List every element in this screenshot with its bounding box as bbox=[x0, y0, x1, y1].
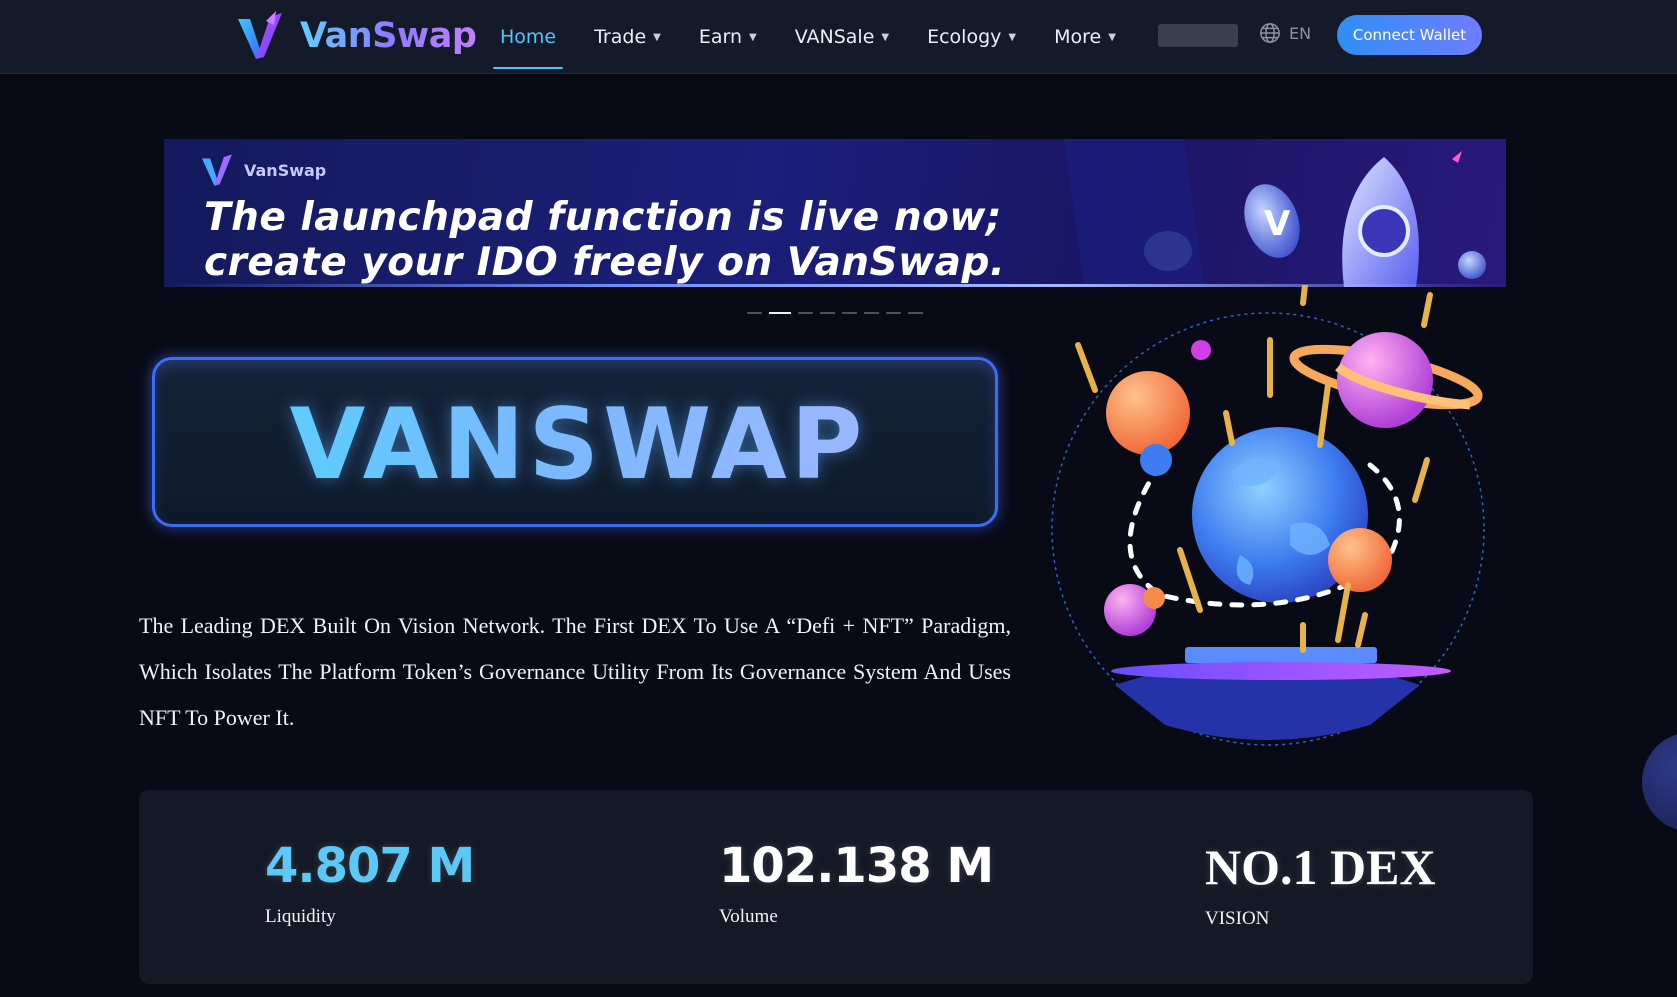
svg-text:V: V bbox=[1264, 204, 1291, 244]
hero-title-box: VANSWAP bbox=[152, 357, 998, 527]
nav-label-vansale: VANSale bbox=[794, 26, 875, 48]
token-price-placeholder bbox=[1158, 24, 1238, 47]
nav-item-earn[interactable]: Earn ▼ bbox=[699, 0, 757, 74]
carousel-indicators bbox=[747, 312, 930, 314]
main-nav: Home Trade ▼ Earn ▼ VANSale ▼ Ecology ▼ … bbox=[492, 0, 1154, 74]
nav-item-trade[interactable]: Trade ▼ bbox=[594, 0, 661, 74]
nav-item-more[interactable]: More ▼ bbox=[1054, 0, 1116, 74]
banner-brand: VanSwap bbox=[200, 153, 326, 187]
carousel-dot[interactable] bbox=[820, 312, 835, 314]
nav-label-ecology: Ecology bbox=[927, 26, 1002, 48]
stat-rank-label: VISION bbox=[1205, 908, 1270, 929]
language-selector[interactable]: EN bbox=[1259, 22, 1311, 44]
caret-down-icon: ▼ bbox=[1108, 31, 1116, 43]
planet-illustration bbox=[1051, 285, 1485, 746]
carousel-dot[interactable] bbox=[864, 312, 879, 314]
top-navbar: VanSwap Home Trade ▼ Earn ▼ VANSale ▼ Ec… bbox=[0, 0, 1677, 74]
carousel-dot[interactable] bbox=[798, 312, 813, 314]
floating-orb-decoration bbox=[1642, 732, 1677, 832]
carousel-dot-active[interactable] bbox=[769, 312, 791, 314]
brand-name: VanSwap bbox=[300, 16, 477, 56]
caret-down-icon: ▼ bbox=[653, 31, 661, 43]
globe-icon bbox=[1260, 23, 1280, 43]
stat-volume: 102.138 M Volume bbox=[719, 838, 994, 928]
hero-description: The Leading DEX Built On Vision Network.… bbox=[139, 613, 1011, 730]
brand-logo-link[interactable]: VanSwap bbox=[236, 10, 477, 62]
stats-panel: 4.807 M Liquidity 102.138 M Volume NO.1 … bbox=[139, 790, 1533, 984]
nav-item-home[interactable]: Home bbox=[492, 0, 564, 74]
banner-brand-name: VanSwap bbox=[244, 160, 327, 180]
banner-headline: The launchpad function is live now; crea… bbox=[204, 195, 1104, 285]
carousel-dot[interactable] bbox=[747, 312, 762, 314]
carousel-dot[interactable] bbox=[908, 312, 923, 314]
nav-item-ecology[interactable]: Ecology ▼ bbox=[927, 0, 1016, 74]
stat-rank: NO.1 DEX VISION bbox=[1205, 838, 1436, 930]
caret-down-icon: ▼ bbox=[749, 31, 757, 43]
vanswap-logo-icon bbox=[238, 11, 282, 59]
language-label: EN bbox=[1289, 23, 1312, 43]
connect-wallet-button[interactable]: Connect Wallet bbox=[1337, 15, 1482, 55]
stat-rank-value: NO.1 DEX bbox=[1205, 839, 1436, 895]
vanswap-logo-icon bbox=[202, 154, 232, 186]
stat-volume-label: Volume bbox=[719, 906, 778, 927]
caret-down-icon: ▼ bbox=[881, 31, 890, 43]
rocket-illustration: V bbox=[1064, 139, 1486, 287]
carousel-dot[interactable] bbox=[842, 312, 857, 314]
banner-line-1: The launchpad function is live now; bbox=[204, 195, 1003, 240]
nav-label-more: More bbox=[1054, 26, 1102, 48]
carousel-dot[interactable] bbox=[886, 312, 901, 314]
nav-item-vansale[interactable]: VANSale ▼ bbox=[795, 0, 889, 74]
hero-title: VANSWAP bbox=[155, 388, 1001, 502]
banner-line-2: create your IDO freely on VanSwap. bbox=[204, 240, 1006, 285]
nav-label-home: Home bbox=[500, 26, 557, 48]
promo-banner[interactable]: VanSwap The launchpad function is live n… bbox=[164, 139, 1506, 287]
nav-label-earn: Earn bbox=[698, 26, 743, 48]
stat-liquidity: 4.807 M Liquidity bbox=[265, 838, 475, 928]
nav-label-trade: Trade bbox=[594, 26, 647, 48]
caret-down-icon: ▼ bbox=[1008, 31, 1017, 43]
stat-liquidity-label: Liquidity bbox=[265, 906, 336, 927]
stat-volume-value: 102.138 M bbox=[719, 838, 994, 894]
stat-liquidity-value: 4.807 M bbox=[265, 838, 475, 894]
